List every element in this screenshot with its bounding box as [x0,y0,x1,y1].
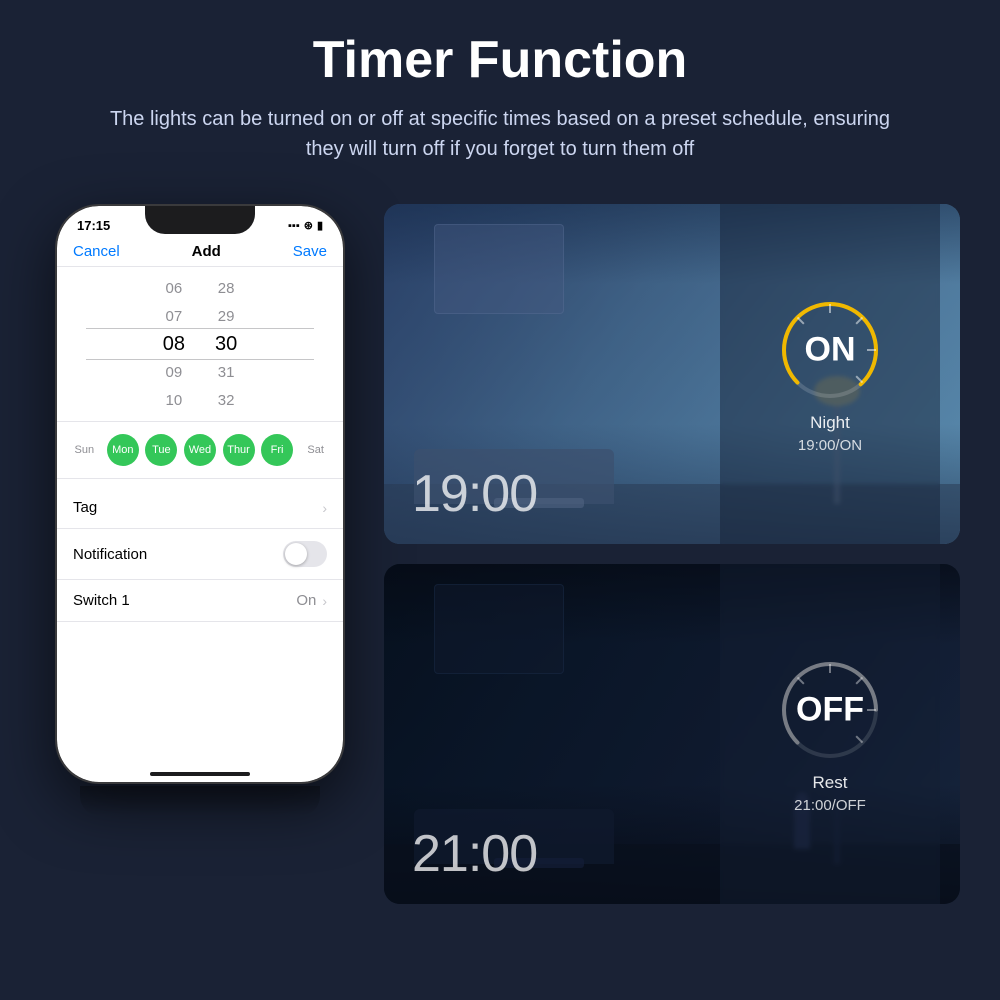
status-icons: ▪▪▪ ⊛ ▮ [288,219,323,232]
day-tue[interactable]: Tue [145,434,177,466]
off-schedule: 21:00/OFF [794,797,866,814]
phone-nav: Cancel Add Save [57,237,343,267]
notification-toggle[interactable] [283,541,327,567]
tag-chevron: › [322,500,327,516]
page-title: Timer Function [60,30,940,90]
phone-container: 17:15 ▪▪▪ ⊛ ▮ Cancel Add Save [40,204,360,904]
phone-mockup: 17:15 ▪▪▪ ⊛ ▮ Cancel Add Save [55,204,345,784]
on-dial: ON [775,295,885,405]
day-sat[interactable]: Sat [300,434,332,466]
content-area: 17:15 ▪▪▪ ⊛ ▮ Cancel Add Save [0,184,1000,924]
header: Timer Function The lights can be turned … [0,0,1000,184]
save-button[interactable]: Save [293,243,327,260]
settings-list: Tag › Notification Switch 1 [57,479,343,630]
subtitle-text: The lights can be turned on or off at sp… [90,104,910,164]
tag-setting[interactable]: Tag › [57,487,343,529]
min-29: 29 [218,303,235,329]
status-time: 17:15 [77,218,110,233]
on-dial-status: ON [805,330,856,369]
hour-07: 07 [166,303,183,329]
off-dial: OFF [775,655,885,765]
hour-09: 09 [166,359,183,385]
battery-icon: ▮ [317,219,323,232]
on-schedule: 19:00/ON [798,437,862,454]
time-picker[interactable]: 06 07 08 09 10 28 29 30 31 32 [57,267,343,422]
picker-highlight [86,328,315,360]
add-label: Add [192,243,221,260]
min-32: 32 [218,387,235,413]
on-label: Night [810,413,850,433]
min-31: 31 [218,359,235,385]
off-panel: 21:00 [384,564,960,904]
wifi-icon: ⊛ [304,219,313,232]
switch1-setting[interactable]: Switch 1 On › [57,580,343,622]
on-time-label: 19:00 [412,464,537,524]
off-dial-status: OFF [796,690,864,729]
main-container: Timer Function The lights can be turned … [0,0,1000,924]
toggle-knob [285,543,307,565]
days-row: Sun Mon Tue Wed Thur Fri Sat [57,422,343,479]
day-sun[interactable]: Sun [68,434,100,466]
switch1-value: On [296,592,316,609]
day-mon[interactable]: Mon [107,434,139,466]
tag-right: › [322,500,327,516]
panels-container: 19:00 [384,204,960,904]
cancel-button[interactable]: Cancel [73,243,120,260]
on-panel: 19:00 [384,204,960,544]
tag-label: Tag [73,499,97,516]
notification-setting[interactable]: Notification [57,529,343,580]
off-panel-overlay: 21:00 [384,564,960,904]
on-panel-right: ON Night 19:00/ON [720,204,940,544]
day-fri[interactable]: Fri [261,434,293,466]
phone-notch [145,206,255,234]
on-panel-overlay: 19:00 [384,204,960,544]
day-wed[interactable]: Wed [184,434,216,466]
day-thur[interactable]: Thur [223,434,255,466]
switch1-right: On › [296,592,327,609]
phone-reflection [80,786,320,816]
hour-06: 06 [166,275,183,301]
off-label: Rest [813,773,848,793]
hour-10: 10 [166,387,183,413]
off-panel-right: OFF Rest 21:00/OFF [720,564,940,904]
min-28: 28 [218,275,235,301]
switch1-chevron: › [322,593,327,609]
signal-icon: ▪▪▪ [288,220,300,232]
off-time-label: 21:00 [412,824,537,884]
phone-screen: 17:15 ▪▪▪ ⊛ ▮ Cancel Add Save [57,206,343,782]
switch1-label: Switch 1 [73,592,130,609]
home-bar [150,772,250,776]
notification-label: Notification [73,546,147,563]
